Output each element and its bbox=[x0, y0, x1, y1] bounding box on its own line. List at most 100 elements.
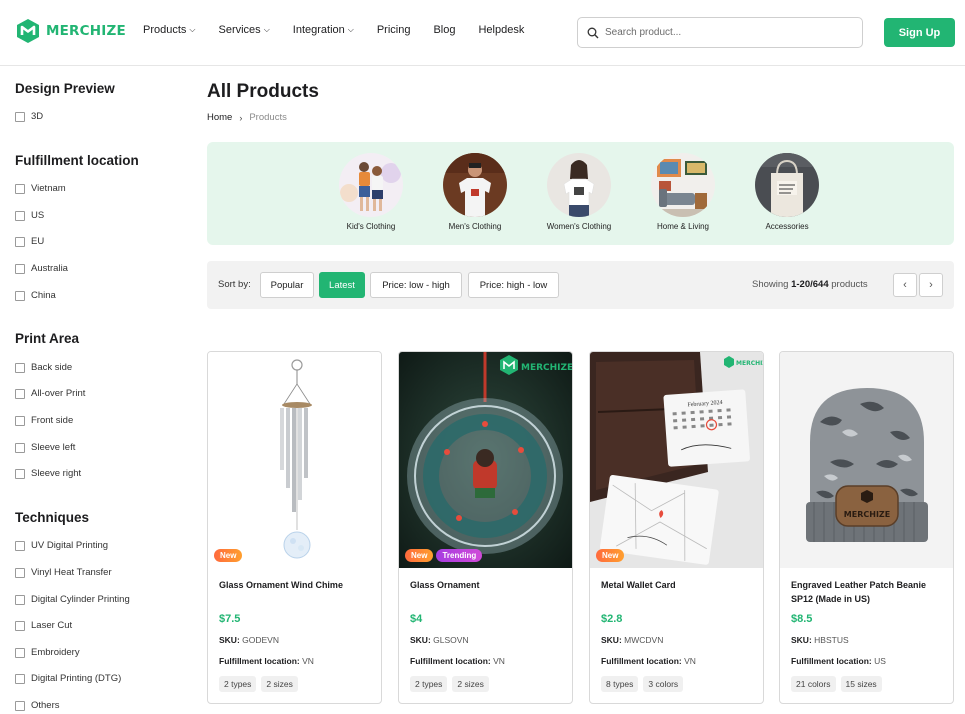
nav-products[interactable]: Products ⌵ bbox=[143, 24, 196, 36]
product-sku: SKU: HBSTUS bbox=[791, 635, 849, 645]
filter-option-label: China bbox=[31, 290, 56, 301]
filter-option-sleeve-right[interactable]: Sleeve right bbox=[15, 468, 81, 479]
product-name[interactable]: Metal Wallet Card bbox=[601, 578, 756, 592]
badge-group: New bbox=[596, 549, 627, 562]
variant-chip: 3 colors bbox=[643, 676, 684, 692]
chevron-down-icon: ⌵ bbox=[263, 25, 270, 34]
search-box[interactable] bbox=[577, 17, 863, 48]
nav-pricing[interactable]: Pricing bbox=[377, 24, 411, 36]
nav-label: Blog bbox=[433, 24, 456, 36]
product-name[interactable]: Glass Ornament bbox=[410, 578, 565, 592]
sku-value: MWCDVN bbox=[624, 635, 664, 645]
checkbox[interactable] bbox=[15, 673, 25, 684]
checkbox[interactable] bbox=[15, 647, 25, 658]
product-image: MERCHIZE bbox=[399, 352, 572, 568]
product-name[interactable]: Engraved Leather Patch Beanie SP12 (Made… bbox=[791, 578, 946, 606]
search-input[interactable] bbox=[605, 27, 845, 38]
filter-option-all-over-print[interactable]: All-over Print bbox=[15, 388, 85, 399]
category-kids-clothing[interactable]: Kid's Clothing bbox=[321, 153, 421, 231]
sort-popular-button[interactable]: Popular bbox=[260, 272, 314, 298]
filter-option-laser-cut[interactable]: Laser Cut bbox=[15, 620, 72, 631]
filter-option-label: Embroidery bbox=[31, 647, 80, 658]
checkbox[interactable] bbox=[15, 236, 25, 247]
checkbox[interactable] bbox=[15, 263, 25, 274]
prev-page-button[interactable]: ‹ bbox=[893, 273, 917, 297]
breadcrumb-home-link[interactable]: Home bbox=[207, 112, 232, 123]
breadcrumb: Home › Products bbox=[207, 112, 287, 123]
nav-integration[interactable]: Integration ⌵ bbox=[293, 24, 354, 36]
filter-option-front-side[interactable]: Front side bbox=[15, 415, 73, 426]
sku-value: HBSTUS bbox=[814, 635, 849, 645]
filter-option-vinyl-heat[interactable]: Vinyl Heat Transfer bbox=[15, 567, 112, 578]
variant-chips: 21 colors 15 sizes bbox=[791, 676, 887, 692]
sign-up-button[interactable]: Sign Up bbox=[884, 18, 955, 47]
category-image bbox=[547, 153, 611, 217]
variant-chips: 8 types 3 colors bbox=[601, 676, 688, 692]
nav-services[interactable]: Services ⌵ bbox=[219, 24, 270, 36]
checkbox[interactable] bbox=[15, 111, 25, 122]
product-card[interactable]: February 2024 MERCHIZE New Metal Wallet … bbox=[589, 351, 764, 704]
filter-option-eu[interactable]: EU bbox=[15, 236, 44, 247]
sku-label: SKU: bbox=[791, 635, 812, 645]
checkbox[interactable] bbox=[15, 620, 25, 631]
filter-option-label: UV Digital Printing bbox=[31, 540, 109, 551]
filter-option-label: Vietnam bbox=[31, 183, 66, 194]
filter-title-fulfillment: Fulfillment location bbox=[15, 153, 139, 168]
filter-option-embroidery[interactable]: Embroidery bbox=[15, 647, 80, 658]
product-fulfillment: Fulfillment location: VN bbox=[219, 656, 314, 666]
product-sku: SKU: MWCDVN bbox=[601, 635, 663, 645]
filter-option-digital-cylinder[interactable]: Digital Cylinder Printing bbox=[15, 594, 130, 605]
filter-option-others[interactable]: Others bbox=[15, 700, 60, 711]
watermark-text: MERCHIZE bbox=[521, 363, 572, 373]
checkbox[interactable] bbox=[15, 468, 25, 479]
new-badge: New bbox=[596, 549, 625, 562]
category-womens-clothing[interactable]: Women's Clothing bbox=[529, 153, 629, 231]
filter-option-uv-digital[interactable]: UV Digital Printing bbox=[15, 540, 108, 551]
fulfillment-label: Fulfillment location: bbox=[410, 656, 491, 666]
nav-label: Integration bbox=[292, 24, 345, 36]
category-accessories[interactable]: Accessories bbox=[737, 153, 837, 231]
filter-option-vietnam[interactable]: Vietnam bbox=[15, 183, 66, 194]
category-label: Kid's Clothing bbox=[346, 222, 396, 231]
filter-option-australia[interactable]: Australia bbox=[15, 263, 68, 274]
brand-logo[interactable]: MERCHIZE bbox=[15, 18, 126, 44]
fulfillment-value: VN bbox=[302, 656, 314, 666]
filter-option-china[interactable]: China bbox=[15, 290, 56, 301]
patch-text: MERCHIZE bbox=[844, 510, 890, 519]
checkbox[interactable] bbox=[15, 362, 25, 373]
checkbox[interactable] bbox=[15, 540, 25, 551]
checkbox[interactable] bbox=[15, 567, 25, 578]
filter-option-sleeve-left[interactable]: Sleeve left bbox=[15, 442, 75, 453]
sort-bar: Sort by: Popular Latest Price: low - hig… bbox=[207, 261, 954, 309]
checkbox[interactable] bbox=[15, 290, 25, 301]
filter-option-label: Sleeve left bbox=[31, 442, 76, 453]
category-label: Women's Clothing bbox=[546, 222, 612, 231]
filter-option-dtg[interactable]: Digital Printing (DTG) bbox=[15, 673, 121, 684]
next-page-button[interactable]: › bbox=[919, 273, 943, 297]
checkbox[interactable] bbox=[15, 388, 25, 399]
nav-helpdesk[interactable]: Helpdesk bbox=[478, 24, 524, 36]
filter-option-back-side[interactable]: Back side bbox=[15, 362, 72, 373]
checkbox[interactable] bbox=[15, 210, 25, 221]
sort-price-high-low-button[interactable]: Price: high - low bbox=[468, 272, 559, 298]
product-card[interactable]: MERCHIZE Engraved Leather Patch Beanie S… bbox=[779, 351, 954, 704]
filter-option-us[interactable]: US bbox=[15, 210, 44, 221]
category-home-living[interactable]: Home & Living bbox=[633, 153, 733, 231]
category-mens-clothing[interactable]: Men's Clothing bbox=[425, 153, 525, 231]
variant-chips: 2 types 2 sizes bbox=[219, 676, 303, 692]
sort-latest-button[interactable]: Latest bbox=[319, 272, 365, 298]
checkbox[interactable] bbox=[15, 183, 25, 194]
trending-badge: Trending bbox=[436, 549, 483, 562]
nav-blog[interactable]: Blog bbox=[433, 24, 455, 36]
product-card[interactable]: MERCHIZE New Trending Glass Ornament $4 … bbox=[398, 351, 573, 704]
product-card[interactable]: New Glass Ornament Wind Chime $7.5 SKU: … bbox=[207, 351, 382, 704]
sort-price-low-high-button[interactable]: Price: low - high bbox=[370, 272, 462, 298]
filter-option-label: Vinyl Heat Transfer bbox=[31, 567, 112, 578]
filter-option-3d[interactable]: 3D bbox=[15, 111, 43, 122]
checkbox[interactable] bbox=[15, 415, 25, 426]
checkbox[interactable] bbox=[15, 594, 25, 605]
category-label: Men's Clothing bbox=[448, 222, 502, 231]
checkbox[interactable] bbox=[15, 442, 25, 453]
checkbox[interactable] bbox=[15, 700, 25, 711]
product-name[interactable]: Glass Ornament Wind Chime bbox=[219, 578, 374, 592]
